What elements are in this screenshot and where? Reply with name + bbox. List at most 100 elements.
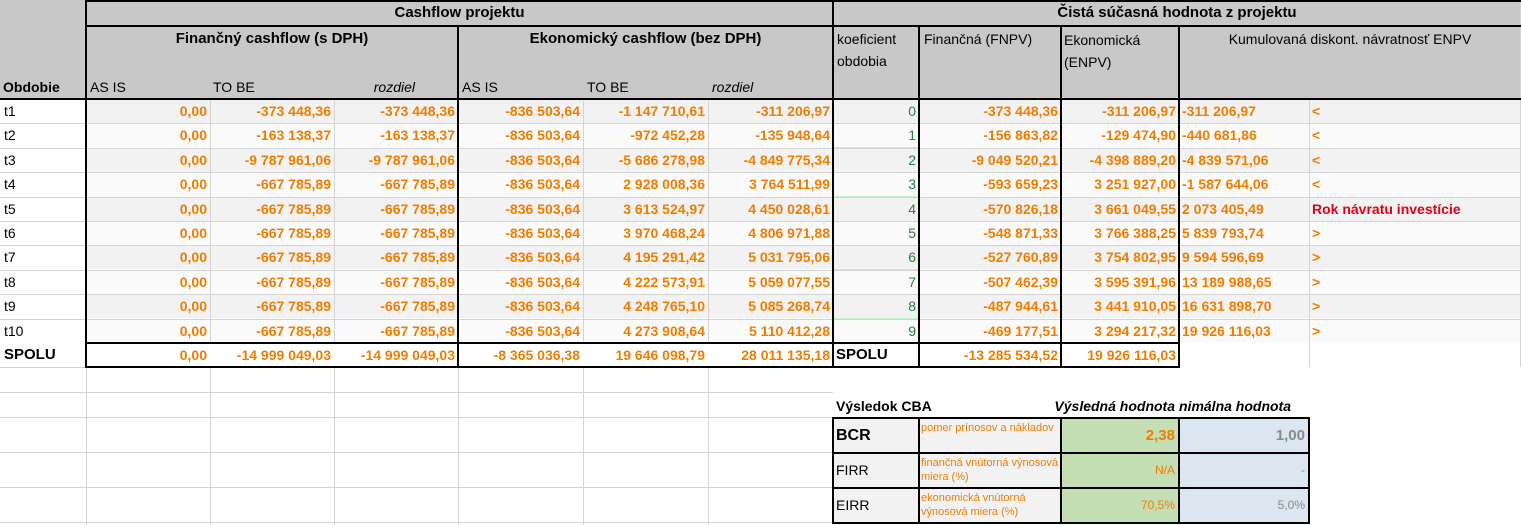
- cell-coef: 0: [908, 103, 916, 119]
- cell-fin-tobe: -667 785,89: [256, 249, 331, 266]
- cell-eco-asis: -836 503,64: [505, 176, 580, 193]
- cell-eco-asis: -836 503,64: [505, 273, 580, 290]
- total-fin-diff: -14 999 049,03: [360, 347, 455, 363]
- cba-result-header: Výsledná hodnota: [1054, 398, 1175, 414]
- grid-line: [583, 99, 584, 343]
- total-fin-tobe: -14 999 049,03: [236, 347, 331, 363]
- cell-fin-asis: 0,00: [179, 298, 207, 315]
- cell-coef: 6: [908, 249, 916, 266]
- cell-coef: 8: [908, 298, 916, 315]
- cell-fin-asis: 0,00: [179, 273, 207, 290]
- coef-header: koeficient obdobia: [833, 26, 919, 99]
- grid-line: [334, 99, 335, 343]
- border-line: [833, 25, 1521, 27]
- fnpv-header: Finančná (FNPV): [919, 26, 1061, 99]
- grid-line: [0, 294, 1521, 296]
- period-label: t8: [4, 273, 16, 290]
- cba-metric-name: EIRR: [833, 488, 919, 523]
- grid-line: [0, 123, 1521, 125]
- border-line: [832, 0, 834, 368]
- grid-line: [0, 245, 1521, 247]
- border-line: [86, 25, 833, 27]
- cell-fin-asis: 0,00: [179, 103, 207, 119]
- cell-fnpv: -527 760,89: [983, 249, 1058, 266]
- kum-header: Kumulovaná diskont. návratnosť ENPV: [1179, 26, 1521, 99]
- obdobie-label: Obdobie: [3, 79, 60, 95]
- cell-fin-asis: 0,00: [179, 127, 207, 144]
- fin-tobe-header: TO BE: [213, 79, 255, 95]
- grid-line: [583, 367, 584, 525]
- cell-coef: 7: [908, 273, 916, 290]
- grid-line: [0, 269, 1521, 271]
- border-line: [918, 417, 920, 524]
- grid-line: [0, 147, 1521, 149]
- cell-fin-diff: -667 785,89: [380, 176, 455, 193]
- border-line: [832, 417, 834, 524]
- cell-eco-tobe: 2 928 008,36: [623, 176, 705, 193]
- cell-eco-asis: -836 503,64: [505, 151, 580, 168]
- period-label: t3: [4, 151, 16, 168]
- cell-kum: 5 839 793,74: [1182, 225, 1264, 241]
- cell-coef: 5: [908, 225, 916, 241]
- border-line: [833, 522, 1309, 524]
- cell-eco-diff: 5 059 077,55: [748, 273, 830, 290]
- npv-totals-label: SPOLU: [836, 346, 888, 363]
- spreadsheet: Cashflow projektu Čistá súčasná hodnota …: [0, 0, 1521, 525]
- cell-fnpv: -469 177,51: [983, 322, 1058, 339]
- grid-line: [0, 318, 1521, 320]
- cell-fin-tobe: -667 785,89: [256, 273, 331, 290]
- cell-fin-tobe: -163 138,37: [256, 127, 331, 144]
- cell-kum: -311 206,97: [1182, 103, 1256, 119]
- cell-eco-diff: -135 948,64: [755, 127, 830, 144]
- cell-eco-diff: -311 206,97: [756, 103, 830, 119]
- cell-eco-asis: -836 503,64: [505, 249, 580, 266]
- cell-fin-diff: -667 785,89: [380, 225, 455, 241]
- cell-eco-asis: -836 503,64: [505, 103, 580, 119]
- cell-fnpv: -548 871,33: [983, 225, 1058, 241]
- period-label: t6: [4, 225, 16, 241]
- period-label: t7: [4, 249, 16, 266]
- cell-eco-asis: -836 503,64: [505, 322, 580, 339]
- cell-fnpv: -487 944,61: [983, 298, 1058, 315]
- cell-enpv: 3 441 910,05: [1094, 298, 1176, 315]
- cell-eco-diff: 5 085 268,74: [748, 298, 830, 315]
- border-line: [85, 0, 87, 368]
- cell-eco-tobe: 4 222 573,91: [623, 273, 705, 290]
- grid-line: [458, 367, 459, 525]
- cell-fnpv: -570 826,18: [983, 200, 1058, 217]
- cba-result-value: 70,5%: [1061, 488, 1179, 523]
- cba-min-header: nimálna hodnota: [1179, 398, 1291, 414]
- cell-kum: 13 189 988,65: [1182, 273, 1272, 290]
- cell-flag: <: [1312, 176, 1321, 193]
- cell-fin-asis: 0,00: [179, 225, 207, 241]
- cell-kum: 9 594 596,69: [1182, 249, 1264, 266]
- cell-flag: >: [1312, 273, 1321, 290]
- cba-min-value: -: [1179, 453, 1309, 488]
- cell-flag: <: [1312, 127, 1321, 144]
- cell-fnpv: -593 659,23: [983, 176, 1058, 193]
- grid-line: [86, 367, 87, 525]
- cell-eco-tobe: 4 273 908,64: [623, 322, 705, 339]
- cell-fin-diff: -667 785,89: [380, 273, 455, 290]
- cell-kum: -4 839 571,06: [1182, 151, 1269, 168]
- cell-eco-tobe: 4 248 765,10: [623, 298, 705, 315]
- border-line: [833, 417, 1309, 419]
- cba-metric-desc: finančná vnútorná výnosová miera (%): [919, 453, 1061, 488]
- eco-asis-header: AS IS: [462, 79, 498, 95]
- grid-line: [1309, 343, 1310, 367]
- cell-fin-tobe: -9 787 961,06: [244, 151, 331, 168]
- cell-flag: >: [1312, 322, 1321, 339]
- cell-enpv: -129 474,90: [1101, 127, 1176, 144]
- border-line: [0, 98, 1521, 100]
- period-label: t2: [4, 127, 16, 144]
- cell-fin-tobe: -667 785,89: [256, 298, 331, 315]
- grid-line: [210, 367, 211, 525]
- npv-title: Čistá súčasná hodnota z projektu: [833, 0, 1521, 26]
- cell-flag: <: [1312, 103, 1321, 119]
- cba-min-value: 1,00: [1179, 418, 1309, 453]
- cell-fin-asis: 0,00: [179, 322, 207, 339]
- cell-eco-diff: -4 849 775,34: [743, 151, 830, 168]
- cell-fin-diff: -163 138,37: [380, 127, 455, 144]
- cell-fin-diff: -9 787 961,06: [368, 151, 455, 168]
- cell-fin-diff: -667 785,89: [380, 200, 455, 217]
